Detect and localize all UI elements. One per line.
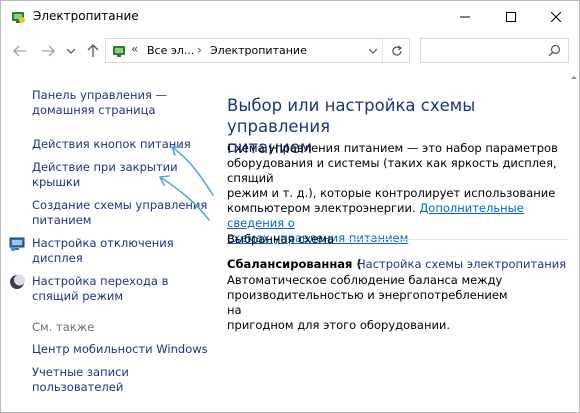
selected-plan-heading: Выбранная схема [227,232,334,246]
address-bar[interactable]: « Все эл... › Электропитание [105,38,410,63]
power-plan-description: Схема управления питанием — это набор па… [227,141,567,246]
link-line: крышки [32,175,81,189]
link-line: Учетные записи [32,365,129,379]
minimize-button[interactable] [442,1,488,32]
desc-text: компьютером электроэнергии. [227,201,416,215]
link-line: спящий режим [32,289,124,303]
back-button[interactable] [12,43,28,59]
control-panel-home-link[interactable]: Панель управления — домашняя страница [32,88,167,118]
mobility-center-link[interactable]: Центр мобильности Windows [32,342,208,357]
desc-line: оборудования и системы (таких как яркост… [227,156,557,185]
plan-settings-link[interactable]: Настройка схемы электропитания [357,257,566,271]
vertical-scrollbar[interactable] [569,71,579,411]
title-line: Выбор или настройка схемы управления [227,96,476,136]
refresh-icon [391,45,402,56]
user-accounts-link[interactable]: Учетные записи пользователей [32,365,129,395]
section-divider [345,239,569,240]
link-line: Создание схемы управления [32,198,208,212]
power-buttons-action-link[interactable]: Действия кнопок питания [32,137,191,152]
control-panel-icon [113,46,125,57]
display-icon [9,237,25,252]
link-line: Настройка отключения [32,236,174,250]
desc-line: компьютером электроэнергии. Дополнительн… [227,201,567,231]
address-dropdown-button[interactable] [364,39,382,62]
address-segment-power[interactable]: Электропитание [210,44,307,57]
plan-desc-line: производительностью и энергопотреблением… [227,288,508,317]
link-line: Настройка перехода в [32,274,169,288]
plan-description: Автоматическое соблюдение баланса между … [227,273,517,333]
up-arrow-icon [87,44,99,57]
see-also-heading: См. также [32,320,95,334]
moon-icon [10,274,25,289]
address-segment-all[interactable]: Все эл... [147,44,194,57]
close-button[interactable] [533,1,579,32]
link-line: домашняя страница [32,103,156,117]
link-line: дисплея [32,251,83,265]
minimize-icon [460,16,470,17]
window-title: Электропитание [33,9,139,23]
navigation-bar: « Все эл... › Электропитание [1,35,579,67]
link-line: Панель управления — [32,88,168,102]
desc-line: режим и т. д.), которые контролирует исп… [227,186,556,200]
chevron-down-icon [369,48,377,54]
address-overflow-chevron[interactable]: « [131,42,138,56]
power-options-icon [12,12,25,23]
recent-locations-button[interactable] [63,43,79,59]
search-input[interactable] [420,38,569,63]
close-icon [551,11,561,22]
scroll-up-icon [571,76,577,79]
link-line: питанием [32,213,92,227]
link-line: Действия кнопок питания [32,137,191,151]
create-power-plan-link[interactable]: Создание схемы управления питанием [32,198,207,228]
desc-line: Схема управления питанием — это набор па… [227,141,558,155]
link-line: Действие при закрытии [32,160,178,174]
refresh-button[interactable] [382,39,410,62]
forward-button[interactable] [40,43,56,59]
forward-arrow-icon [42,45,55,57]
up-button[interactable] [85,43,101,59]
plan-desc-line: пригодном для этого оборудовании. [227,318,451,332]
back-arrow-icon [13,45,26,57]
sleep-settings-link[interactable]: Настройка перехода в спящий режим [32,274,168,304]
display-off-settings-link[interactable]: Настройка отключения дисплея [32,236,174,266]
link-line: Центр мобильности Windows [32,342,208,356]
maximize-button[interactable] [488,1,534,32]
maximize-icon [506,11,516,22]
lid-close-action-link[interactable]: Действие при закрытии крышки [32,160,178,190]
link-line: пользователей [32,380,124,394]
title-bar[interactable]: Электропитание [1,1,579,32]
balanced-plan-radio[interactable]: Сбалансированная ( [227,257,362,271]
plan-desc-line: Автоматическое соблюдение баланса между [227,273,503,287]
chevron-down-icon [67,48,75,54]
search-icon [548,44,561,57]
control-panel-window: Электропитание « Все эл... › Электропита… [0,0,580,413]
address-separator[interactable]: › [197,43,202,57]
